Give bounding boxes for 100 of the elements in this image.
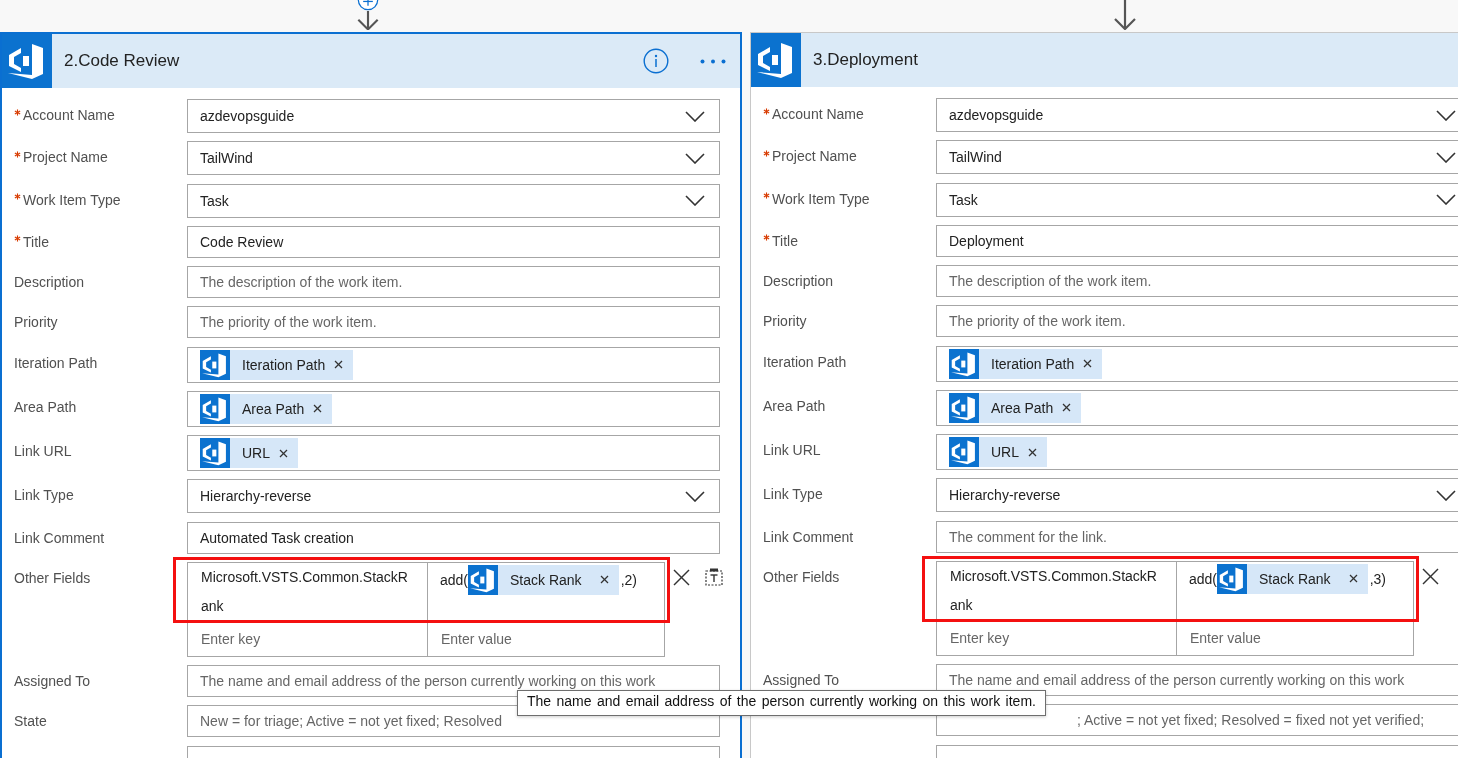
app-logo-icon [1217,563,1248,594]
remove-icon[interactable] [599,575,609,585]
field-label: Description [763,273,834,289]
input-field[interactable]: Iteration Path [187,346,720,383]
card-header[interactable]: 2.Code Review [2,34,740,88]
field-label: Link Comment [763,528,854,545]
token-chip[interactable]: URL [949,437,1047,467]
chevron-down-icon [1436,109,1456,121]
field-label: State [14,713,47,730]
input-field[interactable]: Code Review [187,225,720,258]
expression-text: ,3) [1369,569,1386,589]
field-label: Other Fields [763,568,840,585]
dropdown[interactable]: Hierarchy-reverse [936,478,1458,513]
app-logo-icon [949,437,979,467]
field-label: Account Name [772,106,864,122]
card-title: 2.Code Review [64,51,180,71]
chevron-down-icon [1436,489,1456,501]
token-chip[interactable]: Area Path [200,393,333,424]
input-field[interactable]: The comment for the link. [936,520,1458,553]
field-label: Assigned To [763,672,839,688]
key-field[interactable]: Microsoft.VSTS.Common.StackRank [188,562,428,622]
remove-icon[interactable] [1083,359,1093,368]
token-chip[interactable]: URL [200,438,298,468]
dropdown[interactable]: azdevopsguide [936,98,1458,132]
dropdown[interactable]: Task [187,183,720,218]
field-label: Account Name [23,107,115,123]
card-header[interactable]: 3.Deployment [751,33,1458,87]
input-field[interactable]: URL [187,435,720,471]
key-field[interactable]: Enter key [188,621,428,656]
app-logo-icon [468,564,499,595]
input-field[interactable]: URL [936,434,1458,470]
expression-text: add( [440,570,469,590]
field-label: Iteration Path [14,354,98,371]
text-box-icon[interactable] [705,567,723,586]
expression-text: ,2) [620,570,637,590]
token-chip[interactable]: Iteration Path [200,349,354,380]
remove-icon[interactable] [1348,574,1358,584]
close-icon[interactable] [673,568,690,586]
remove-icon[interactable] [279,448,288,458]
input-field[interactable]: The description of the work item. [187,266,720,298]
chevron-down-icon [1436,194,1456,205]
field-label: Area Path [763,397,826,414]
key-field[interactable]: Microsoft.VSTS.Common.StackRank [937,561,1177,621]
chevron-down-icon [685,110,705,122]
dropdown[interactable]: TailWind [187,141,720,176]
app-logo-icon [200,349,230,380]
dropdown[interactable]: azdevopsguide [187,99,720,133]
field-label: Priority [763,313,807,330]
dropdown[interactable]: Task [936,182,1458,217]
add-step-icon[interactable] [357,0,379,11]
field-label: Link Comment [14,529,105,546]
chevron-down-icon [685,195,705,206]
remove-icon[interactable] [1062,403,1072,413]
field-label: Link URL [763,442,821,458]
input-field[interactable]: Area Path [936,389,1458,426]
chevron-down-icon [685,490,705,502]
card-title: 3.Deployment [813,50,918,70]
field-label: Link URL [14,443,72,459]
field-label: Project Name [772,148,857,165]
remove-icon[interactable] [1028,447,1037,457]
dropdown[interactable]: TailWind [936,140,1458,175]
value-field[interactable]: add( Stack Rank ,3) [1177,561,1413,621]
app-logo-icon [200,393,230,424]
field-label: Title [772,232,798,249]
close-icon[interactable] [1422,567,1439,585]
input-field[interactable]: Iteration Path [936,345,1458,382]
field-label: Work Item Type [772,190,870,207]
field-label: Project Name [23,149,108,166]
token-chip[interactable]: Iteration Path [949,348,1103,379]
field-label: Title [23,233,49,250]
token-chip[interactable]: Stack Rank [468,564,619,595]
app-logo-icon [200,438,230,468]
input-field[interactable]: Automated Task creation [187,521,720,554]
token-chip[interactable]: Stack Rank [1217,563,1368,594]
remove-icon[interactable] [334,360,344,369]
token-chip[interactable]: Area Path [949,392,1082,423]
field-label: Other Fields [14,569,91,586]
input-field[interactable]: Deployment [936,224,1458,257]
more-icon[interactable] [700,58,726,64]
app-logo-icon [949,392,979,423]
input-field[interactable]: The priority of the work item. [187,306,720,339]
chevron-down-icon [1436,151,1456,163]
info-icon[interactable] [643,48,669,74]
field-label: Area Path [14,398,77,415]
dropdown[interactable]: Hierarchy-reverse [187,479,720,514]
field-label: Link Type [14,487,74,504]
key-field[interactable]: Enter key [937,620,1177,655]
input-field[interactable]: Area Path [187,390,720,427]
value-field[interactable]: Enter value [428,621,664,656]
value-field[interactable]: add( Stack Rank ,2) [428,562,664,622]
field-label: Iteration Path [763,353,847,370]
field-label: Link Type [763,486,823,503]
input-field[interactable]: The description of the work item. [936,265,1458,297]
remove-icon[interactable] [313,404,323,414]
input-field[interactable]: The priority of the work item. [936,305,1458,338]
value-field[interactable]: Enter value [1177,620,1413,655]
field-label: Description [14,274,85,290]
field-label: Priority [14,314,58,331]
chevron-down-icon [685,152,705,164]
input-field[interactable]: The name and email address of the person currently working on this work [936,664,1458,696]
